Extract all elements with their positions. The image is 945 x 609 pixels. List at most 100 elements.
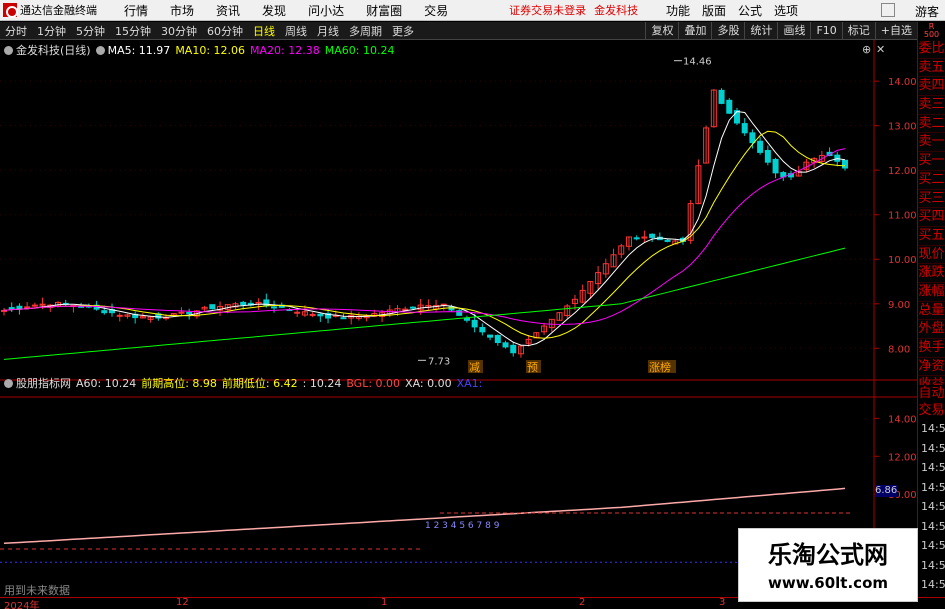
legend-ma60: MA60: 10.24	[324, 43, 395, 57]
legend-circle-icon[interactable]	[4, 45, 13, 55]
candle-body	[240, 301, 247, 306]
stats-button[interactable]: 统计	[744, 22, 777, 40]
candle-body	[749, 132, 756, 144]
ind-circle-icon[interactable]	[4, 378, 13, 388]
sidebar-item-2[interactable]: 卖四	[918, 77, 945, 97]
sidebar-item-1[interactable]: 卖五	[918, 58, 945, 78]
sequence-label: 1 2 3 4 5 6 7 8 9	[425, 521, 500, 531]
auto-label[interactable]: 自动	[918, 385, 945, 402]
ind-bgl: BGL: 0.00	[346, 376, 401, 390]
candle-body	[294, 311, 301, 314]
menu-news[interactable]: 资讯	[216, 2, 240, 19]
app-title: 通达信金融终端	[20, 4, 97, 17]
main-tick-label: 10.00	[888, 255, 917, 266]
menu-formula[interactable]: 公式	[738, 2, 762, 19]
tick-time-2: 14:56	[921, 461, 945, 474]
candle-body	[309, 313, 316, 316]
menu-trade[interactable]: 交易	[424, 2, 448, 19]
ind-val: : 10.24	[302, 376, 342, 390]
f10-button[interactable]: F10	[810, 22, 841, 40]
kline-chart[interactable]: 14.0013.0012.0011.0010.009.008.00 14.001…	[0, 40, 917, 597]
candle-body	[409, 306, 416, 309]
menu-layout[interactable]: 版面	[702, 2, 726, 19]
menu-quotes[interactable]: 行情	[124, 2, 148, 19]
candle-body	[209, 304, 216, 310]
menu-function[interactable]: 功能	[666, 2, 690, 19]
sidebar-item-13[interactable]: 涨幅	[918, 282, 945, 302]
tick-time-7: 14:56	[921, 558, 945, 572]
period-5min[interactable]: 5分钟	[75, 23, 106, 39]
period-monthly[interactable]: 月线	[316, 23, 340, 39]
menu-options[interactable]: 选项	[774, 2, 798, 19]
candle-body	[116, 314, 123, 317]
candle-body	[726, 99, 733, 114]
adjust-button[interactable]: 复权	[645, 22, 678, 40]
value-box: 6.86	[875, 485, 898, 497]
menu-discover[interactable]: 发现	[262, 2, 286, 19]
tick-time-1: 14:56	[921, 441, 945, 455]
main-y-axis: 14.00 13.00 12.00 11.00 10.00 9.00 8.00	[874, 77, 917, 355]
sidebar-item-6[interactable]: 买一	[918, 152, 945, 171]
sidebar-item-10[interactable]: 买五	[918, 226, 945, 246]
trade-sidebar: 自动 交易 14:5614:5614:5614:5614:5614:5614:5…	[917, 385, 945, 609]
close-panel-icon[interactable]: ✕	[876, 43, 885, 56]
period-tick[interactable]: 分时	[4, 23, 28, 39]
current-stock-name: 金发科技	[594, 4, 639, 17]
sidebar-item-11[interactable]: 现价	[918, 245, 945, 265]
tick-time-0: 14:56	[921, 422, 945, 435]
period-30min[interactable]: 30分钟	[160, 23, 198, 39]
window-restore-icon[interactable]	[881, 3, 895, 17]
sidebar-item-7[interactable]: 买二	[918, 170, 945, 190]
main-tick-label: 11.00	[888, 211, 917, 222]
sidebar-item-17[interactable]: 净资	[918, 357, 945, 377]
candle-body	[664, 239, 671, 242]
sidebar-item-9[interactable]: 买四	[918, 208, 945, 227]
menu-wealth[interactable]: 财富圈	[366, 2, 402, 19]
menu-market[interactable]: 市场	[170, 2, 194, 19]
corner-badge[interactable]: R 500	[917, 22, 945, 40]
right-menu: 功能 版面 公式 选项	[660, 0, 804, 21]
period-1min[interactable]: 1分钟	[36, 23, 67, 39]
legend-ma5: MA5: 11.97	[107, 43, 171, 57]
period-multi[interactable]: 多周期	[348, 23, 383, 39]
sidebar-item-8[interactable]: 买三	[918, 189, 945, 209]
mark-button[interactable]: 标记	[841, 22, 875, 40]
overlay-button[interactable]: 叠加	[678, 22, 711, 40]
period-daily[interactable]: 日线	[252, 23, 276, 39]
candle-body	[764, 149, 771, 163]
tick-times: 14:56 14:56 14:56 14:56 14:56 14:56 14:56 14:56…	[918, 419, 945, 609]
sidebar-item-0[interactable]: 委比	[918, 40, 945, 59]
tag-forecast: 预	[527, 361, 538, 374]
guest-label[interactable]: 游客	[915, 3, 939, 20]
menu-ask[interactable]: 问小达	[308, 2, 344, 19]
sidebar-item-16[interactable]: 换手	[918, 339, 945, 358]
login-notice[interactable]: 证券交易未登录	[509, 2, 586, 18]
sidebar-item-14[interactable]: 总量	[918, 301, 945, 321]
candle-body	[402, 308, 409, 311]
tick-time-5: 14:56	[921, 519, 945, 533]
watermark-title: 乐淘公式网	[768, 541, 888, 569]
candle-body	[340, 317, 347, 320]
sidebar-item-5[interactable]: 卖一	[918, 133, 945, 153]
add-indicator-icon[interactable]: ⊕	[862, 43, 871, 56]
period-weekly[interactable]: 周线	[284, 23, 308, 39]
add-watchlist-button[interactable]: +自选	[874, 22, 917, 40]
candle-body	[16, 305, 23, 310]
draw-line-button[interactable]: 画线	[777, 22, 810, 40]
sidebar-item-12[interactable]: 涨跌	[918, 264, 945, 283]
candle-body	[649, 233, 656, 238]
main-tick-label: 13.00	[888, 122, 917, 133]
ind-a60: A60: 10.24	[76, 376, 137, 390]
trade-label[interactable]: 交易	[918, 402, 945, 419]
period-15min[interactable]: 15分钟	[114, 23, 152, 39]
legend-toggle-icon[interactable]	[95, 45, 105, 55]
candle-body	[39, 303, 46, 306]
sidebar-item-4[interactable]: 卖二	[918, 114, 945, 134]
multi-stock-button[interactable]: 多股	[711, 22, 744, 40]
period-60min[interactable]: 60分钟	[206, 23, 244, 39]
period-more[interactable]: 更多	[391, 23, 415, 39]
ind-prev-low: 前期低位: 6.42	[221, 377, 298, 390]
order-sidebar: 委比卖五卖四卖三卖二卖一买一买二买三买四买五现价涨跌涨幅总量外盘换手净资收益	[917, 40, 945, 420]
sidebar-item-3[interactable]: 卖三	[918, 96, 945, 115]
sidebar-item-15[interactable]: 外盘	[918, 320, 945, 339]
